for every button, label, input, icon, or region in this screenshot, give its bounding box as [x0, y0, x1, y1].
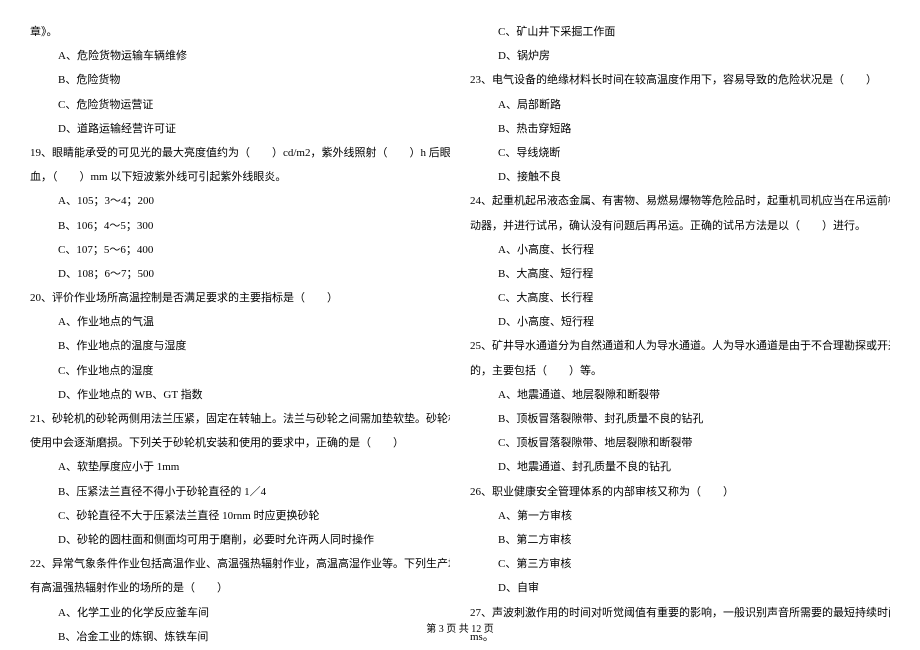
answer-option: C、危险货物运营证 [30, 93, 450, 117]
answer-option: A、第一方审核 [470, 504, 890, 528]
answer-option: D、地震通道、封孔质量不良的钻孔 [470, 455, 890, 479]
question-line: 22、异常气象条件作业包括高温作业、高温强热辐射作业，高温高湿作业等。下列生产场… [30, 552, 450, 576]
question-line: 23、电气设备的绝缘材料长时间在较高温度作用下，容易导致的危险状况是（ ） [470, 68, 890, 92]
question-line: 章》。 [30, 20, 450, 44]
answer-option: D、砂轮的圆柱面和侧面均可用于磨削，必要时允许两人同时操作 [30, 528, 450, 552]
answer-option: C、矿山井下采掘工作面 [470, 20, 890, 44]
answer-option: B、热击穿短路 [470, 117, 890, 141]
answer-option: C、砂轮直径不大于压紧法兰直径 10rnm 时应更换砂轮 [30, 504, 450, 528]
answer-option: D、自审 [470, 576, 890, 600]
answer-option: B、作业地点的温度与湿度 [30, 334, 450, 358]
question-line: 26、职业健康安全管理体系的内部审核又称为（ ） [470, 480, 890, 504]
answer-option: D、108；6～7；500 [30, 262, 450, 286]
answer-option: D、小高度、短行程 [470, 310, 890, 334]
question-line: 19、眼睛能承受的可见光的最大亮度值约为（ ）cd/m2，紫外线照射（ ）h 后… [30, 141, 450, 165]
answer-option: D、道路运输经营许可证 [30, 117, 450, 141]
answer-option: B、顶板冒落裂隙带、封孔质量不良的钻孔 [470, 407, 890, 431]
answer-option: A、105；3～4；200 [30, 189, 450, 213]
answer-option: B、大高度、短行程 [470, 262, 890, 286]
answer-option: C、作业地点的湿度 [30, 359, 450, 383]
answer-option: C、第三方审核 [470, 552, 890, 576]
question-line: 24、起重机起吊液态金属、有害物、易燃易爆物等危险品时，起重机司机应当在吊运前检… [470, 189, 890, 213]
question-line: 有高温强热辐射作业的场所的是（ ） [30, 576, 450, 600]
answer-option: B、危险货物 [30, 68, 450, 92]
answer-option: A、软垫厚度应小于 1mm [30, 455, 450, 479]
answer-option: A、作业地点的气温 [30, 310, 450, 334]
question-line: 20、评价作业场所高温控制是否满足要求的主要指标是（ ） [30, 286, 450, 310]
answer-option: C、107；5～6；400 [30, 238, 450, 262]
page-footer: 第 3 页 共 12 页 [0, 620, 920, 635]
question-line: 25、矿井导水通道分为自然通道和人为导水通道。人为导水通道是由于不合理勘探或开采… [470, 334, 890, 358]
answer-option: C、顶板冒落裂隙带、地层裂隙和断裂带 [470, 431, 890, 455]
question-line: 血，（ ）mm 以下短波紫外线可引起紫外线眼炎。 [30, 165, 450, 189]
answer-option: D、锅炉房 [470, 44, 890, 68]
answer-option: B、压紧法兰直径不得小于砂轮直径的 1／4 [30, 480, 450, 504]
answer-option: C、大高度、长行程 [470, 286, 890, 310]
answer-option: A、小高度、长行程 [470, 238, 890, 262]
answer-option: B、106；4～5；300 [30, 214, 450, 238]
answer-option: A、危险货物运输车辆维修 [30, 44, 450, 68]
answer-option: D、接触不良 [470, 165, 890, 189]
answer-option: B、第二方审核 [470, 528, 890, 552]
question-line: 21、砂轮机的砂轮两侧用法兰压紧，固定在转轴上。法兰与砂轮之间需加垫软垫。砂轮柱… [30, 407, 450, 431]
question-line: 动器，并进行试吊，确认没有问题后再吊运。正确的试吊方法是以（ ）进行。 [470, 214, 890, 238]
left-column: 章》。A、危险货物运输车辆维修B、危险货物C、危险货物运营证D、道路运输经营许可… [30, 20, 460, 570]
question-line: 使用中会逐渐磨损。下列关于砂轮机安装和使用的要求中，正确的是（ ） [30, 431, 450, 455]
answer-option: A、局部断路 [470, 93, 890, 117]
right-column: C、矿山井下采掘工作面D、锅炉房23、电气设备的绝缘材料长时间在较高温度作用下，… [460, 20, 890, 570]
answer-option: D、作业地点的 WB、GT 指数 [30, 383, 450, 407]
answer-option: C、导线烧断 [470, 141, 890, 165]
answer-option: A、地震通道、地层裂隙和断裂带 [470, 383, 890, 407]
question-line: 的，主要包括（ ）等。 [470, 359, 890, 383]
